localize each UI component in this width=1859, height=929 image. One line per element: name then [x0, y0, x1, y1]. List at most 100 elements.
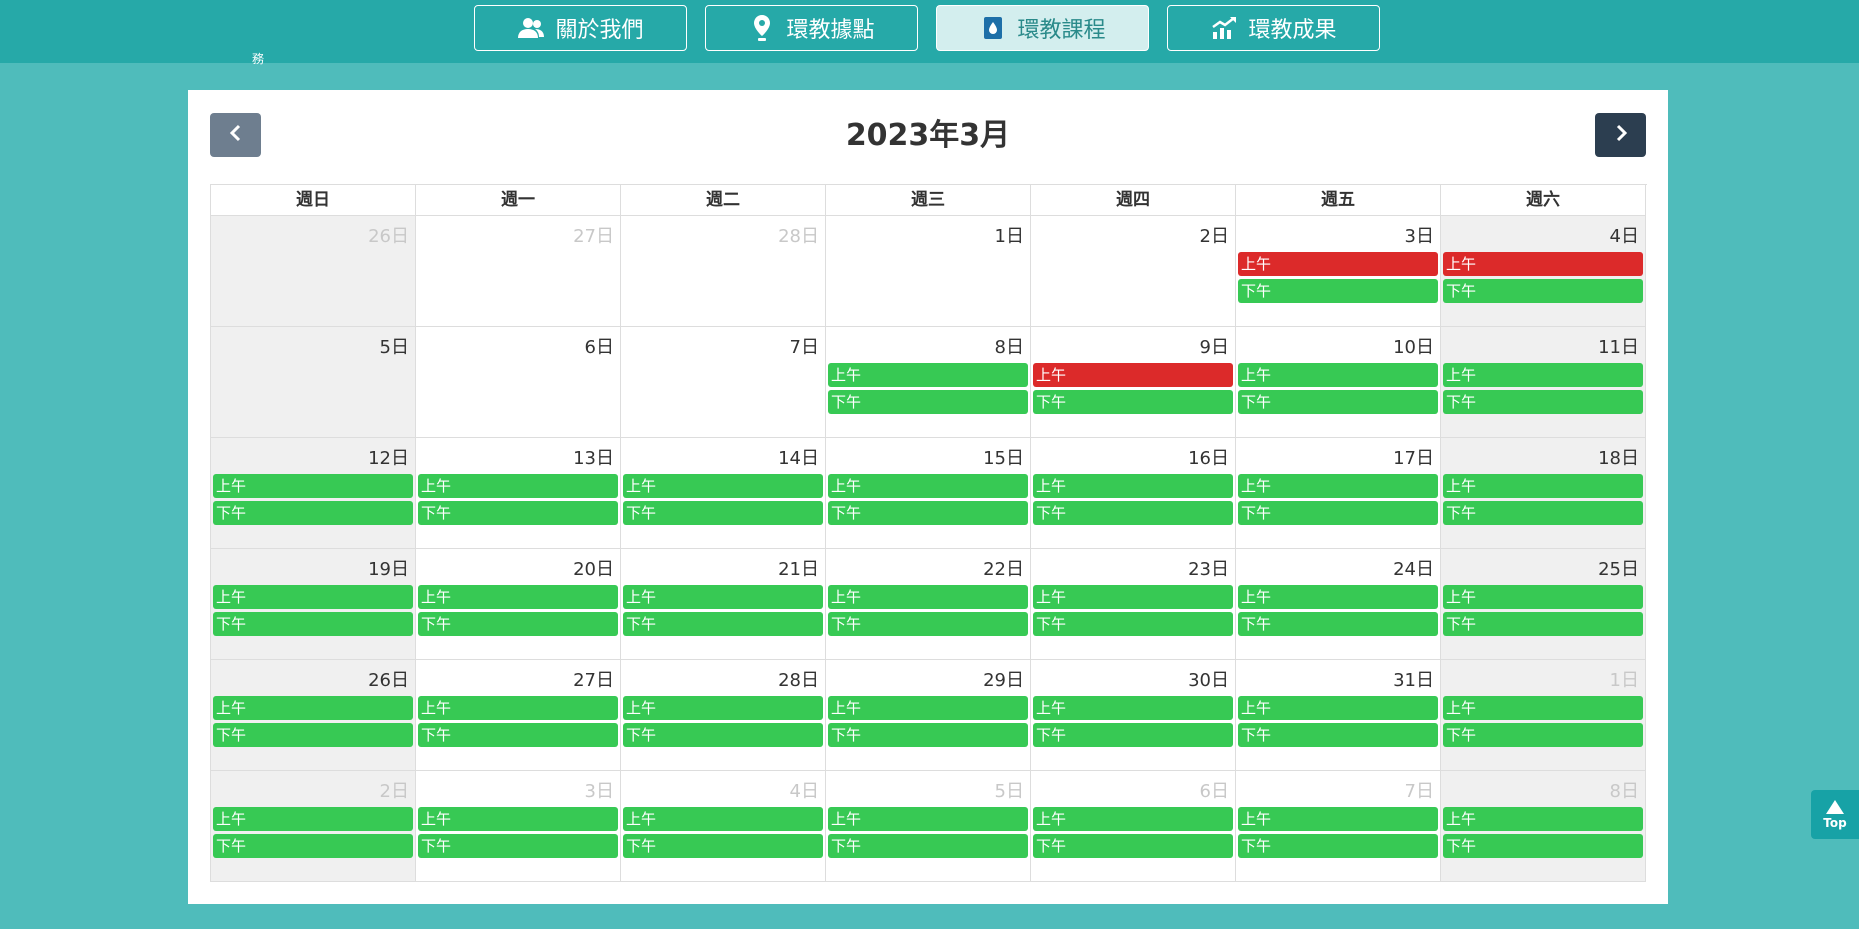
day-cell[interactable]: 6日 上午 下午 — [1031, 771, 1236, 882]
day-cell[interactable]: 5日 上午 下午 — [826, 771, 1031, 882]
event-open[interactable]: 上午 — [213, 696, 413, 720]
day-cell[interactable]: 1日 上午 下午 — [1441, 660, 1646, 771]
event-open[interactable]: 下午 — [213, 501, 413, 525]
event-open[interactable]: 下午 — [623, 834, 823, 858]
day-cell[interactable]: 11日 上午 下午 — [1441, 327, 1646, 438]
day-cell[interactable]: 18日 上午 下午 — [1441, 438, 1646, 549]
event-open[interactable]: 下午 — [828, 834, 1028, 858]
event-open[interactable]: 上午 — [828, 474, 1028, 498]
day-cell[interactable]: 1日 — [826, 216, 1031, 327]
day-cell[interactable]: 21日 上午 下午 — [621, 549, 826, 660]
event-open[interactable]: 上午 — [213, 807, 413, 831]
day-cell[interactable]: 25日 上午 下午 — [1441, 549, 1646, 660]
event-open[interactable]: 上午 — [623, 807, 823, 831]
event-open[interactable]: 上午 — [828, 363, 1028, 387]
day-cell[interactable]: 20日 上午 下午 — [416, 549, 621, 660]
day-cell[interactable]: 3日 上午 下午 — [416, 771, 621, 882]
event-open[interactable]: 上午 — [1443, 807, 1643, 831]
day-cell[interactable]: 7日 上午 下午 — [1236, 771, 1441, 882]
event-open[interactable]: 上午 — [1238, 363, 1438, 387]
event-open[interactable]: 上午 — [1238, 585, 1438, 609]
event-open[interactable]: 下午 — [1443, 612, 1643, 636]
event-full[interactable]: 上午 — [1238, 252, 1438, 276]
day-cell[interactable]: 2日 上午 下午 — [211, 771, 416, 882]
day-cell[interactable]: 17日 上午 下午 — [1236, 438, 1441, 549]
day-cell[interactable]: 31日 上午 下午 — [1236, 660, 1441, 771]
event-open[interactable]: 上午 — [418, 474, 618, 498]
nav-locations-button[interactable]: 環教據點 — [705, 5, 918, 51]
day-cell[interactable]: 10日 上午 下午 — [1236, 327, 1441, 438]
event-open[interactable]: 上午 — [1238, 474, 1438, 498]
event-open[interactable]: 上午 — [623, 585, 823, 609]
event-open[interactable]: 上午 — [623, 474, 823, 498]
event-open[interactable]: 下午 — [1033, 612, 1233, 636]
day-cell[interactable]: 8日 上午 下午 — [826, 327, 1031, 438]
event-open[interactable]: 上午 — [1443, 363, 1643, 387]
day-cell[interactable]: 7日 — [621, 327, 826, 438]
nav-about-button[interactable]: 關於我們 — [474, 5, 687, 51]
event-open[interactable]: 上午 — [418, 585, 618, 609]
event-open[interactable]: 上午 — [828, 696, 1028, 720]
next-month-button[interactable] — [1595, 113, 1646, 157]
day-cell[interactable]: 2日 — [1031, 216, 1236, 327]
event-open[interactable]: 上午 — [418, 696, 618, 720]
event-open[interactable]: 上午 — [1033, 696, 1233, 720]
event-open[interactable]: 下午 — [1443, 501, 1643, 525]
day-cell[interactable]: 30日 上午 下午 — [1031, 660, 1236, 771]
day-cell[interactable]: 4日 上午 下午 — [1441, 216, 1646, 327]
event-open[interactable]: 下午 — [418, 834, 618, 858]
event-open[interactable]: 下午 — [828, 612, 1028, 636]
event-open[interactable]: 上午 — [828, 585, 1028, 609]
day-cell[interactable]: 15日 上午 下午 — [826, 438, 1031, 549]
day-cell[interactable]: 19日 上午 下午 — [211, 549, 416, 660]
event-open[interactable]: 上午 — [213, 474, 413, 498]
event-open[interactable]: 下午 — [1033, 834, 1233, 858]
event-full[interactable]: 上午 — [1033, 363, 1233, 387]
event-full[interactable]: 上午 — [1443, 252, 1643, 276]
event-open[interactable]: 上午 — [623, 696, 823, 720]
event-open[interactable]: 下午 — [1033, 723, 1233, 747]
day-cell[interactable]: 8日 上午 下午 — [1441, 771, 1646, 882]
day-cell[interactable]: 27日 上午 下午 — [416, 660, 621, 771]
event-open[interactable]: 下午 — [418, 501, 618, 525]
day-cell[interactable]: 13日 上午 下午 — [416, 438, 621, 549]
day-cell[interactable]: 28日 — [621, 216, 826, 327]
event-open[interactable]: 上午 — [1033, 585, 1233, 609]
event-open[interactable]: 上午 — [1033, 474, 1233, 498]
event-open[interactable]: 上午 — [213, 585, 413, 609]
event-open[interactable]: 下午 — [828, 723, 1028, 747]
day-cell[interactable]: 29日 上午 下午 — [826, 660, 1031, 771]
day-cell[interactable]: 14日 上午 下午 — [621, 438, 826, 549]
event-open[interactable]: 上午 — [1033, 807, 1233, 831]
event-open[interactable]: 上午 — [1238, 807, 1438, 831]
event-open[interactable]: 下午 — [828, 390, 1028, 414]
event-open[interactable]: 下午 — [1238, 501, 1438, 525]
event-open[interactable]: 下午 — [623, 723, 823, 747]
event-open[interactable]: 上午 — [1443, 585, 1643, 609]
event-open[interactable]: 下午 — [1238, 390, 1438, 414]
day-cell[interactable]: 4日 上午 下午 — [621, 771, 826, 882]
event-open[interactable]: 上午 — [418, 807, 618, 831]
day-cell[interactable]: 24日 上午 下午 — [1236, 549, 1441, 660]
event-open[interactable]: 下午 — [418, 612, 618, 636]
event-open[interactable]: 下午 — [1238, 834, 1438, 858]
event-open[interactable]: 下午 — [1443, 279, 1643, 303]
day-cell[interactable]: 26日 — [211, 216, 416, 327]
day-cell[interactable]: 3日 上午 下午 — [1236, 216, 1441, 327]
day-cell[interactable]: 9日 上午 下午 — [1031, 327, 1236, 438]
day-cell[interactable]: 23日 上午 下午 — [1031, 549, 1236, 660]
day-cell[interactable]: 6日 — [416, 327, 621, 438]
event-open[interactable]: 下午 — [213, 834, 413, 858]
nav-results-button[interactable]: 環教成果 — [1167, 5, 1380, 51]
day-cell[interactable]: 27日 — [416, 216, 621, 327]
event-open[interactable]: 下午 — [418, 723, 618, 747]
event-open[interactable]: 下午 — [1033, 390, 1233, 414]
event-open[interactable]: 下午 — [213, 612, 413, 636]
event-open[interactable]: 上午 — [1443, 696, 1643, 720]
event-open[interactable]: 下午 — [213, 723, 413, 747]
event-open[interactable]: 下午 — [1238, 279, 1438, 303]
day-cell[interactable]: 5日 — [211, 327, 416, 438]
event-open[interactable]: 上午 — [1238, 696, 1438, 720]
event-open[interactable]: 下午 — [623, 612, 823, 636]
event-open[interactable]: 下午 — [1238, 723, 1438, 747]
